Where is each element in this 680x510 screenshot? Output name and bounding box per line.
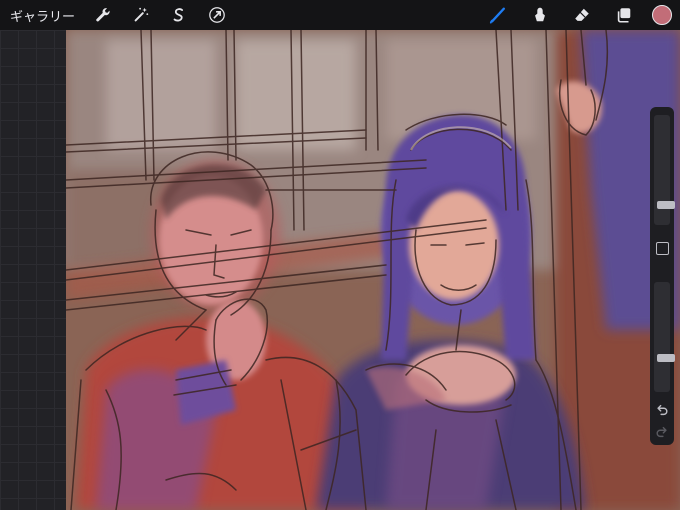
opacity-slider[interactable] (654, 282, 675, 392)
selection-icon[interactable] (165, 0, 193, 30)
layers-icon[interactable] (610, 0, 638, 30)
gallery-button[interactable]: ギャラリー (10, 6, 75, 25)
painting-artwork (66, 30, 680, 510)
brush-size-thumb[interactable] (657, 201, 675, 209)
brush-size-slider[interactable] (654, 115, 675, 225)
opacity-thumb[interactable] (657, 354, 675, 362)
drawing-canvas[interactable] (66, 30, 680, 510)
side-toolbar (650, 107, 675, 445)
eraser-icon[interactable] (568, 0, 596, 30)
wrench-icon[interactable] (89, 0, 117, 30)
top-toolbar: ギャラリー (0, 0, 680, 30)
redo-icon[interactable] (655, 425, 669, 439)
smudge-icon[interactable] (526, 0, 554, 30)
brush-icon[interactable] (484, 0, 512, 30)
modify-button[interactable] (656, 242, 669, 255)
undo-icon[interactable] (655, 403, 669, 417)
magic-wand-icon[interactable] (127, 0, 155, 30)
transform-arrow-icon[interactable] (203, 0, 231, 30)
color-picker-button[interactable] (652, 5, 672, 25)
